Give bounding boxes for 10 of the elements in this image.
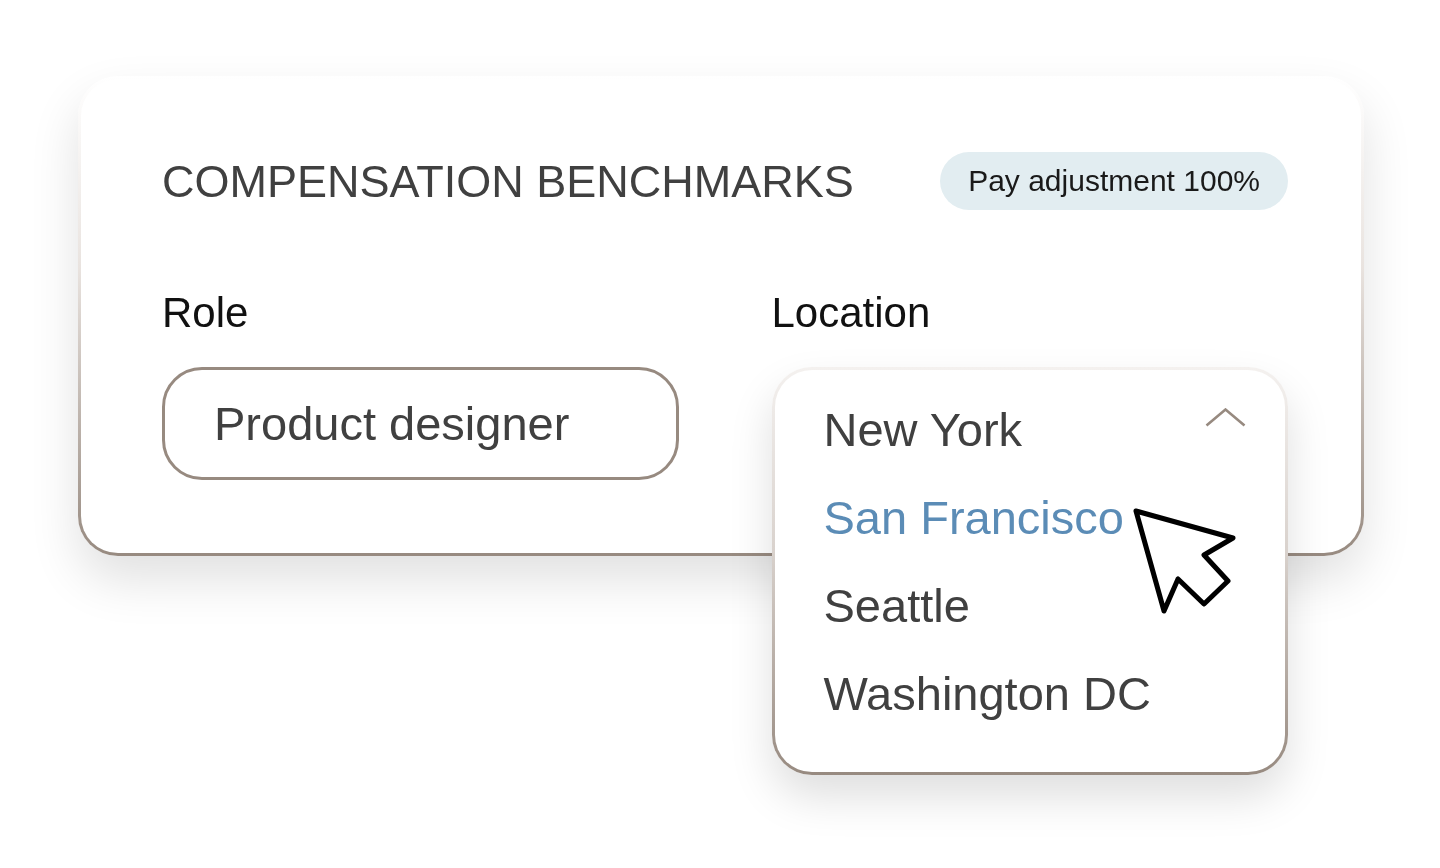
card-title: COMPENSATION BENCHMARKS xyxy=(162,158,854,204)
chevron-up-icon[interactable] xyxy=(1205,408,1246,427)
mouse-cursor-icon xyxy=(1131,507,1236,615)
field-label: Location xyxy=(771,288,932,338)
selected-value: New York xyxy=(823,405,1023,453)
field-label: Role xyxy=(162,288,250,338)
pay-adjustment-badge: Pay adjustment 100% xyxy=(940,152,1288,210)
dropdown-option[interactable]: Seattle xyxy=(823,581,970,629)
text-input-field[interactable]: Product designer xyxy=(162,367,679,480)
dropdown-option[interactable]: San Francisco xyxy=(823,493,1124,541)
